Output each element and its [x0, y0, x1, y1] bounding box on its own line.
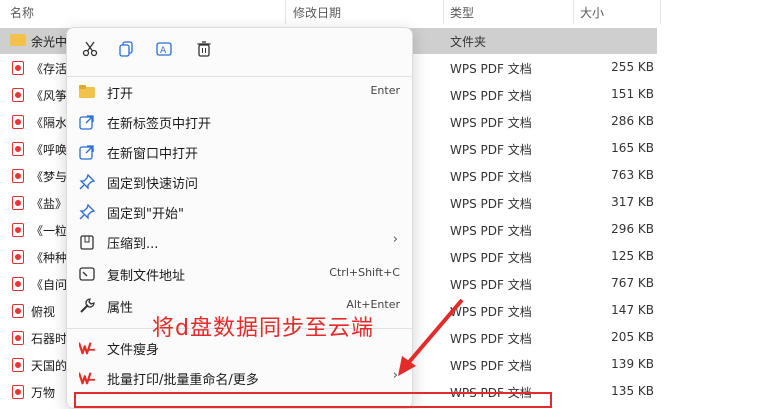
annotation-highlight-box	[74, 392, 552, 408]
annotation-text: 将d盘数据同步至云端	[152, 316, 374, 341]
annotation-arrow	[398, 298, 464, 376]
